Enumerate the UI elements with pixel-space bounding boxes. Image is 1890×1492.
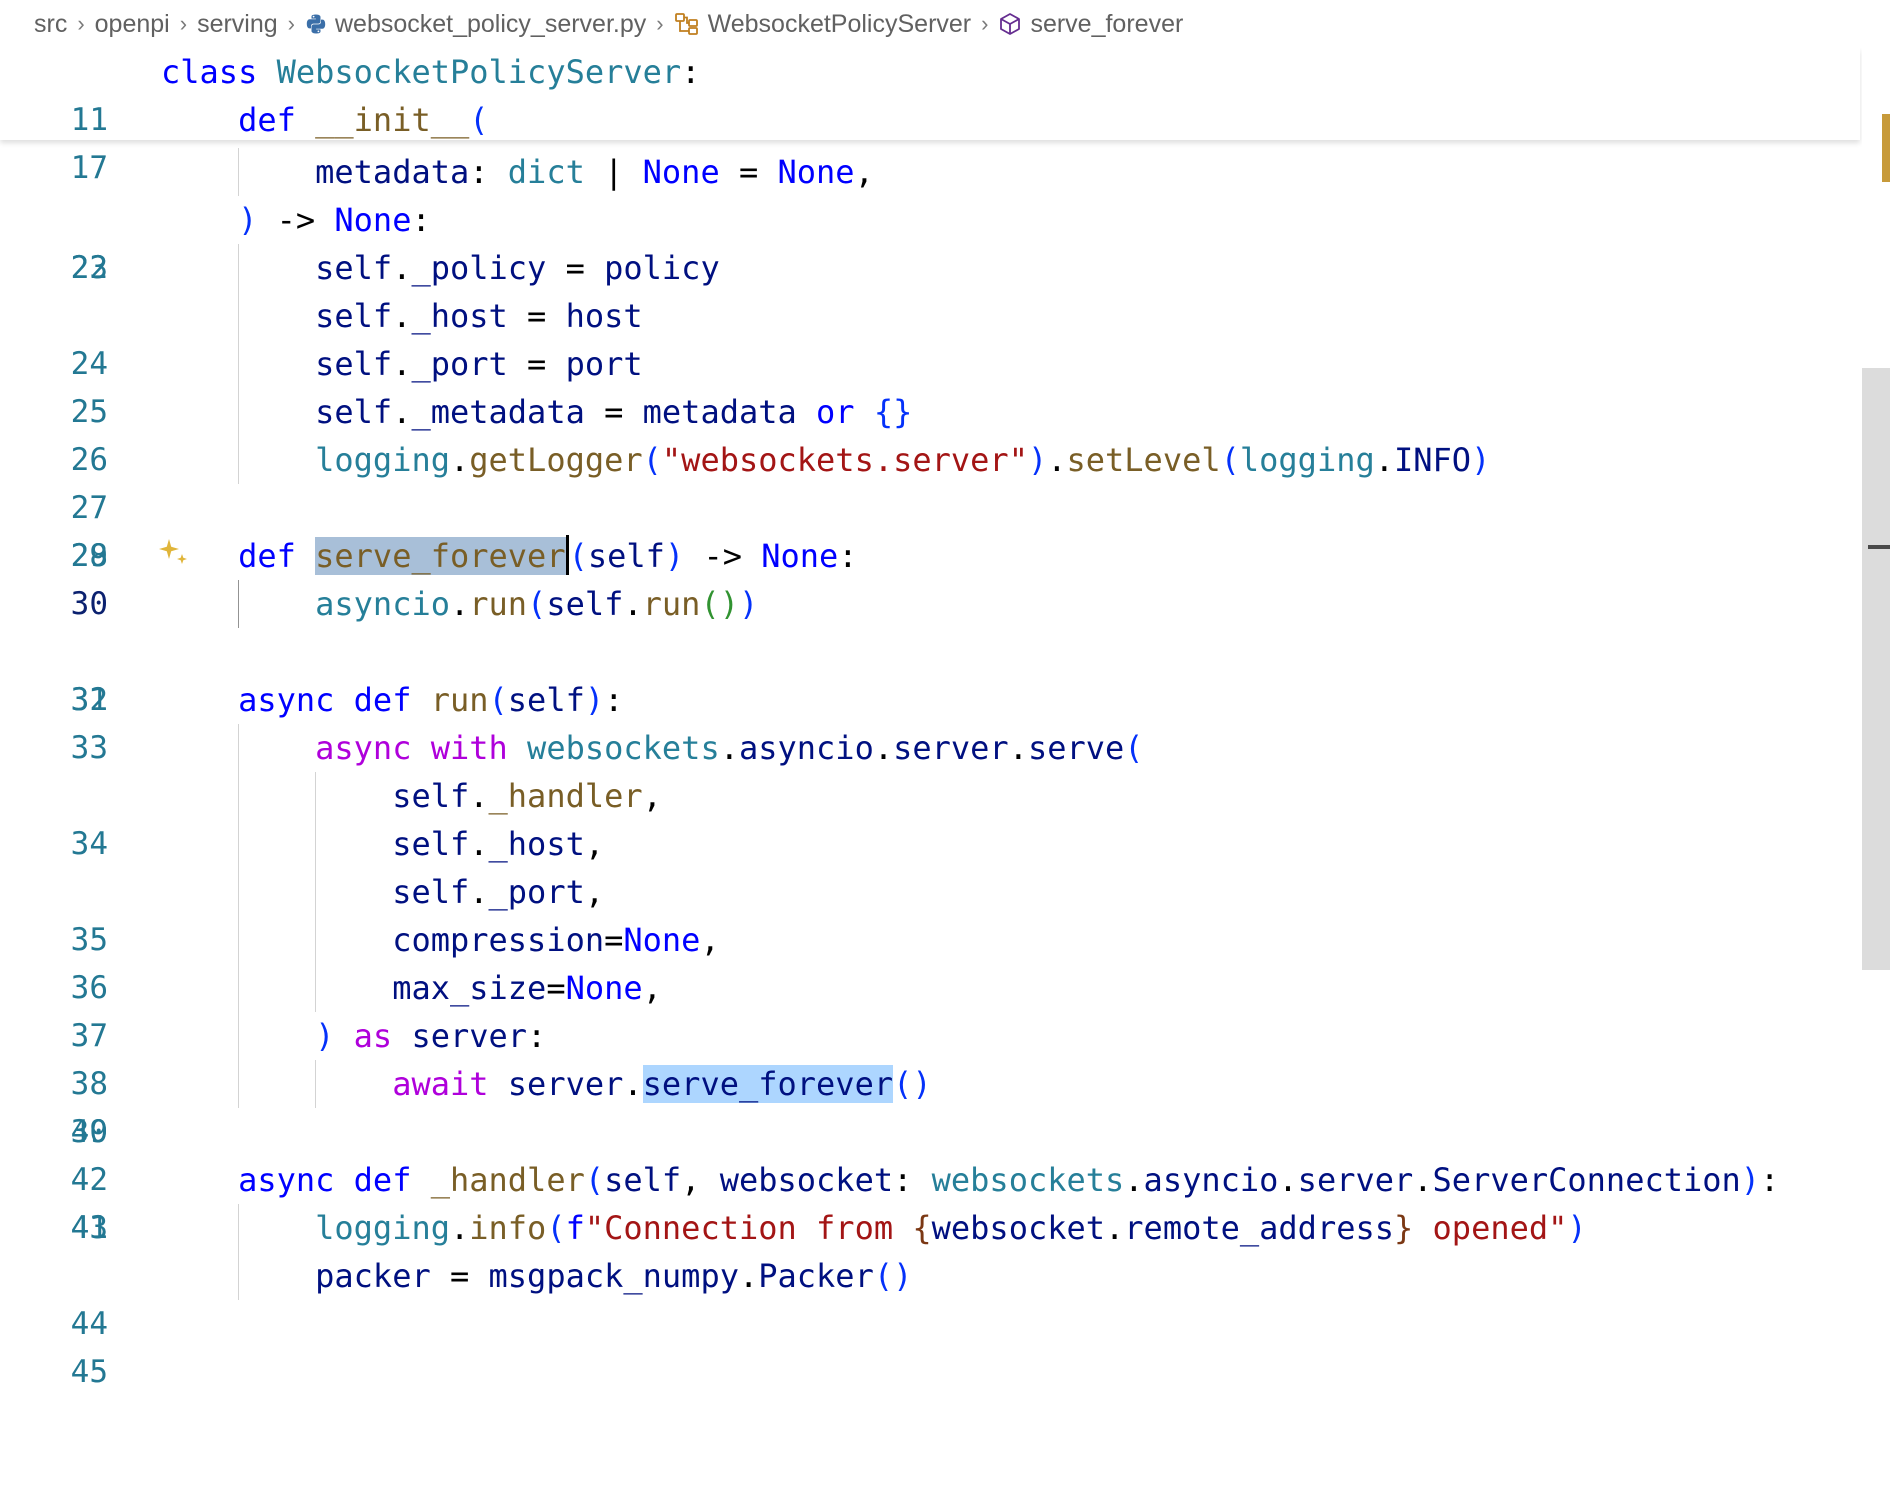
code-text: async def _handler(self, websocket: webs… [238, 1161, 1780, 1199]
code-line[interactable]: 29 [0, 484, 1862, 574]
code-text: self._port, [392, 873, 605, 911]
code-text: def serve_forever(self) -> None: [238, 535, 858, 575]
code-line[interactable]: 28 logging.getLogger("websockets.server"… [0, 436, 1862, 574]
cursor-position-marker [1868, 545, 1890, 549]
code-line[interactable]: 31 asyncio.run(self.run()) [0, 580, 1862, 718]
code-text: self._metadata = metadata or {} [315, 393, 913, 431]
code-text: self._port = port [315, 345, 643, 383]
code-line[interactable]: 39 max_size=None, [0, 964, 1862, 1150]
code-line[interactable]: 40 ) as server: [0, 1012, 1862, 1150]
code-line[interactable]: 34 async with websockets.asyncio.server.… [0, 724, 1862, 862]
method-symbol-icon [998, 12, 1022, 36]
breadcrumb-separator: › [77, 11, 85, 36]
code-text: metadata: dict | None = None, [315, 153, 874, 191]
code-line-active[interactable]: 30 def serve_forever(self) -> None: [0, 532, 1862, 622]
code-line[interactable]: 37 self._port, [0, 868, 1862, 1054]
class-symbol-icon [674, 12, 700, 36]
breadcrumb-item-src[interactable]: src [34, 10, 67, 39]
code-editor[interactable]: 22 metadata: dict | None = None, 23 ) ->… [0, 148, 1862, 1390]
code-line[interactable]: 27 self._metadata = metadata or {} [0, 388, 1862, 526]
code-text: packer = msgpack_numpy.Packer() [315, 1257, 913, 1295]
breadcrumb-separator: › [179, 11, 188, 36]
code-line[interactable]: 45 packer = msgpack_numpy.Packer() [0, 1252, 1862, 1390]
breadcrumb-item-class[interactable]: WebsocketPolicyServer [708, 10, 972, 39]
breadcrumb-separator: › [981, 11, 989, 36]
code-text: max_size=None, [392, 969, 662, 1007]
code-text: await server.serve_forever() [392, 1065, 932, 1103]
scrollbar-thumb[interactable] [1862, 368, 1890, 970]
code-line[interactable]: 44 logging.info(f"Connection from {webso… [0, 1204, 1862, 1342]
code-text: async with websockets.asyncio.server.ser… [315, 729, 1144, 767]
python-file-icon [305, 13, 327, 35]
code-line[interactable]: 33 async def run(self): [0, 676, 1862, 766]
code-line[interactable]: 43 async def _handler(self, websocket: w… [0, 1156, 1862, 1246]
code-text: self._policy = policy [315, 249, 720, 287]
code-line[interactable]: 41 await server.serve_forever() [0, 1060, 1862, 1246]
breadcrumb-item-method[interactable]: serve_forever [1030, 10, 1183, 39]
breadcrumb-item-file[interactable]: websocket_policy_server.py [335, 10, 646, 39]
code-text: async def run(self): [238, 681, 624, 719]
breadcrumb-separator: › [656, 11, 664, 36]
code-text: self._handler, [392, 777, 662, 815]
overview-ruler-marker [1882, 114, 1890, 182]
code-text: ) as server: [315, 1017, 547, 1055]
code-line[interactable]: 24 self._policy = policy [0, 244, 1862, 382]
code-line[interactable]: 26 self._port = port [0, 340, 1862, 478]
code-line[interactable]: 35 self._handler, [0, 772, 1862, 958]
breadcrumb: src › openpi › serving › websocket_polic… [0, 0, 1890, 48]
sticky-scroll-header: 11 class WebsocketPolicyServer: 17 def _… [0, 48, 1860, 186]
code-line[interactable]: 22 metadata: dict | None = None, [0, 148, 1862, 286]
line-number: 17 [70, 150, 108, 186]
breadcrumb-item-serving[interactable]: serving [197, 10, 278, 39]
code-text: ) -> None: [238, 201, 431, 239]
breadcrumb-separator: › [287, 11, 295, 36]
sticky-line[interactable]: 17 def __init__( [0, 96, 1860, 186]
code-text: def __init__( [238, 101, 489, 139]
code-line[interactable]: 36 self._host, [0, 820, 1862, 1006]
code-line[interactable]: 38 compression=None, [0, 916, 1862, 1102]
code-text: logging.info(f"Connection from {websocke… [315, 1209, 1587, 1247]
code-line[interactable]: 25 self._host = host [0, 292, 1862, 430]
code-text: logging.getLogger("websockets.server").s… [315, 441, 1491, 479]
code-text: self._host, [392, 825, 605, 863]
code-text: compression=None, [392, 921, 720, 959]
breadcrumb-item-openpi[interactable]: openpi [95, 10, 170, 39]
code-line[interactable]: 32 [0, 628, 1862, 718]
code-text: self._host = host [315, 297, 643, 335]
line-number: 45 [70, 1354, 108, 1390]
code-text: class WebsocketPolicyServer: [161, 53, 701, 91]
vertical-scrollbar[interactable] [1862, 48, 1890, 1312]
code-line[interactable]: 23 ) -> None: [0, 196, 1862, 286]
code-line[interactable]: 42 [0, 1108, 1862, 1198]
sticky-line[interactable]: 11 class WebsocketPolicyServer: [0, 48, 1860, 138]
code-text: asyncio.run(self.run()) [315, 585, 759, 623]
